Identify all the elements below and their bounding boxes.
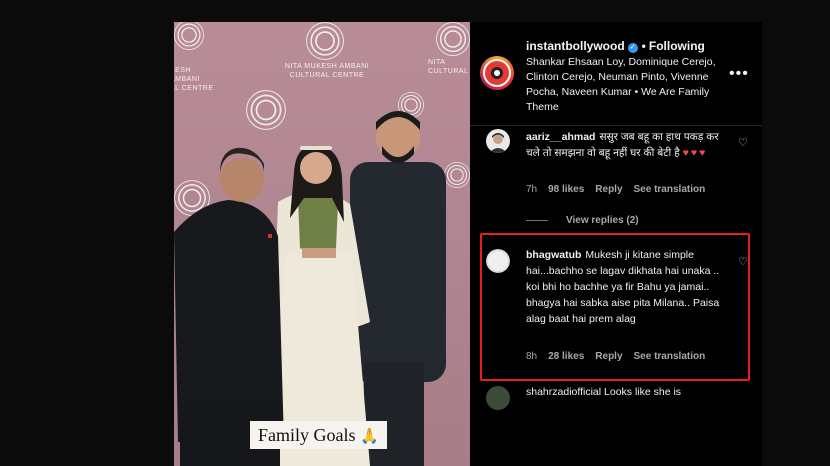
commenter-avatar[interactable] (486, 129, 510, 153)
view-replies-line (526, 220, 548, 221)
photo-people (174, 111, 446, 466)
separator-dot: • (641, 39, 646, 53)
comments-panel: instantbollywood ✓ • Following Shankar Ehsa… (470, 22, 762, 466)
comment-username[interactable]: aariz__ahmad (526, 131, 595, 143)
audio-description[interactable]: Shankar Ehsaan Loy, Dominique Cerejo, Cl… (526, 55, 726, 115)
view-replies-button[interactable]: View replies (2) (566, 215, 639, 226)
commenter-avatar[interactable] (486, 386, 510, 410)
comment-time: 8h (526, 351, 538, 362)
folded-hands-icon: 🙏 (360, 427, 379, 445)
comment-meta: 7h 98 likes Reply See translation (526, 184, 716, 195)
post-media[interactable]: NITA MUKESH AMBANICULTURAL CENTRE KESH A… (174, 22, 470, 466)
partial-comment: shahrzadiofficial Looks like she is (526, 386, 682, 398)
comment-body: aariz__ahmad ससुर जब बहू का हाथ पकड़ कर च… (526, 129, 726, 161)
reply-button[interactable]: Reply (595, 184, 622, 195)
caption-text: Family Goals (258, 425, 356, 445)
comment-username[interactable]: bhagwatub (526, 249, 581, 261)
post-header: instantbollywood ✓ • Following Shankar Ehsa… (470, 22, 762, 126)
following-button[interactable]: Following (649, 39, 705, 53)
post-username[interactable]: instantbollywood (526, 39, 625, 53)
see-translation-link[interactable]: See translation (634, 351, 706, 362)
comment-likes[interactable]: 98 likes (548, 184, 584, 195)
red-hearts-emoji: ♥♥♥ (682, 147, 708, 159)
post-username-row: instantbollywood ✓ • Following (526, 39, 705, 53)
like-comment-heart-icon[interactable]: ♡ (738, 136, 748, 149)
reply-button[interactable]: Reply (595, 351, 622, 362)
comment-likes[interactable]: 28 likes (548, 351, 584, 362)
comment-meta: 8h 28 likes Reply See translation (526, 351, 716, 362)
like-comment-heart-icon[interactable]: ♡ (738, 255, 748, 268)
verified-badge-icon: ✓ (627, 43, 638, 53)
commenter-avatar[interactable] (486, 249, 510, 273)
more-options-icon[interactable]: ••• (729, 65, 749, 83)
comment-time: 7h (526, 184, 538, 195)
comment-body: bhagwatub Mukesh ji kitane simple hai...b… (526, 247, 726, 327)
post-viewer: NITA MUKESH AMBANICULTURAL CENTRE KESH A… (174, 22, 762, 466)
account-avatar[interactable] (480, 56, 514, 90)
see-translation-link[interactable]: See translation (634, 184, 706, 195)
caption-overlay: Family Goals 🙏 (250, 421, 387, 449)
